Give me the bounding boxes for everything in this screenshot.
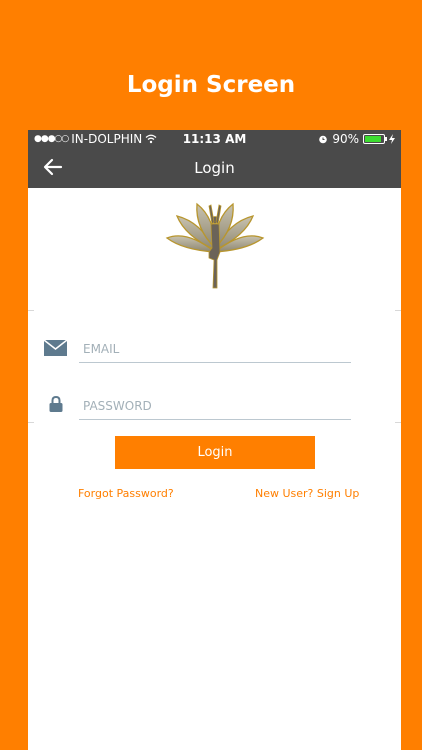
email-field[interactable] [79,335,351,363]
status-bar: ●●●○○ IN-DOLPHIN 11:13 AM 90% [28,130,401,147]
nav-title: Login [194,158,235,177]
email-row [28,335,401,375]
nav-bar: Login [28,147,401,188]
lock-icon [49,396,63,412]
login-button[interactable]: Login [115,436,315,469]
divider-right [395,310,401,311]
divider-right-2 [395,422,401,423]
password-field[interactable] [79,392,351,420]
status-time: 11:13 AM [182,131,247,146]
forgot-password-link[interactable]: Forgot Password? [78,487,174,500]
battery-icon [363,133,387,144]
phone-screen: ●●●○○ IN-DOLPHIN 11:13 AM 90% Login EMAI… [28,130,401,750]
promo-title: Login Screen [126,72,296,98]
back-arrow-icon[interactable] [42,156,64,178]
divider-left-2 [28,422,34,423]
signup-link[interactable]: New User? Sign Up [255,487,359,500]
logo-container [28,202,401,292]
divider-left [28,310,34,311]
yoga-lotus-logo [165,202,264,289]
password-row [28,392,401,432]
envelope-icon [44,340,67,356]
